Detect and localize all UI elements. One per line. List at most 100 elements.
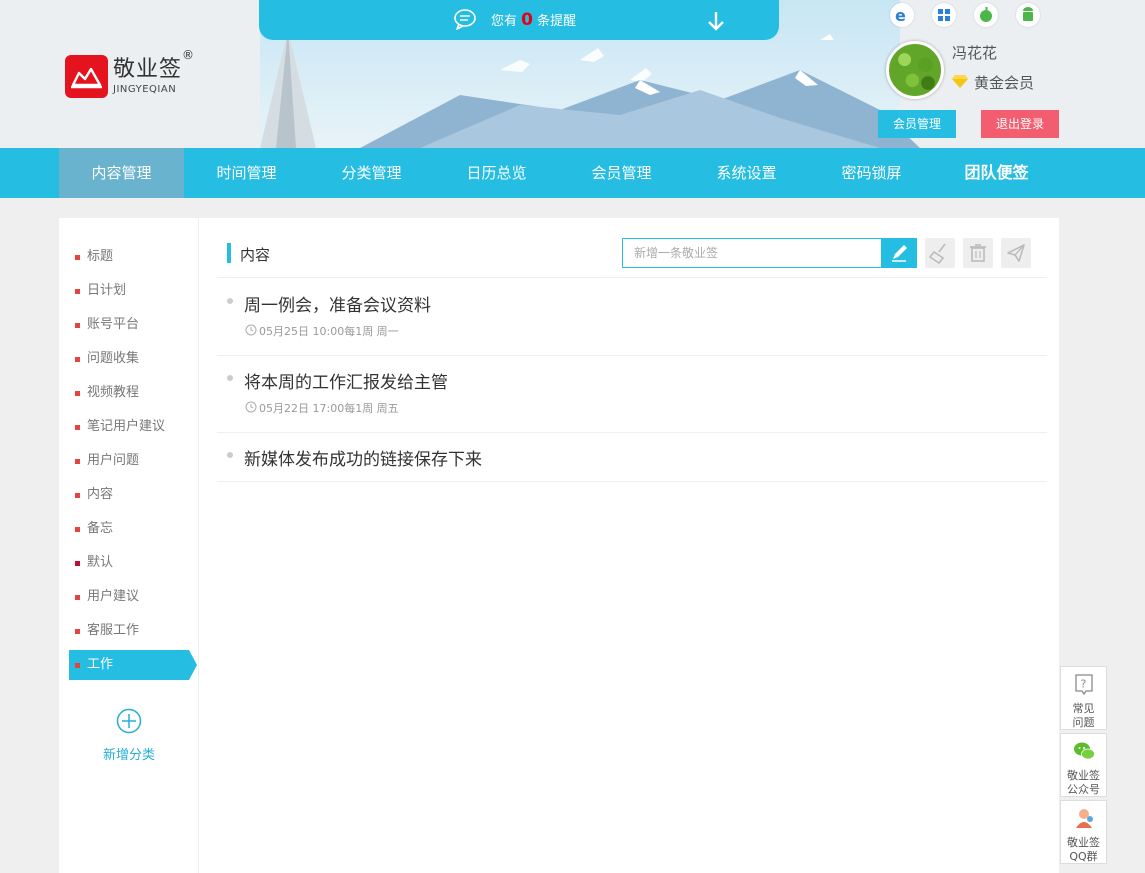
category-label: 工作 <box>87 657 114 672</box>
note-time: 05月25日 10:00每1周 周一 <box>259 325 399 338</box>
user-name: 冯花花 <box>952 44 998 62</box>
qq-label-line2: QQ群 <box>1069 850 1098 863</box>
category-label: 视频教程 <box>87 385 140 400</box>
nav-item-team-notes[interactable]: 团队便签 <box>934 148 1059 198</box>
header: 您有 0 条提醒 敬业签 ® JINGYEQIAN e 冯花花 黄金会员 会员管… <box>0 0 1145 148</box>
category-item[interactable]: 用户建议 <box>69 582 189 612</box>
note-bullet <box>227 452 233 458</box>
category-dot <box>75 629 80 634</box>
category-dot <box>75 357 80 362</box>
notification-count: 0 <box>521 10 533 30</box>
category-item[interactable]: 问题收集 <box>69 344 189 374</box>
main-panel: 标题 日计划 账号平台 问题收集 视频教程 笔记用户建议 用户问题 内容 备忘 … <box>59 218 1059 873</box>
category-dot <box>75 527 80 532</box>
svg-text:e: e <box>895 6 906 25</box>
note-bullet <box>227 375 233 381</box>
category-item[interactable]: 标题 <box>69 242 189 272</box>
broom-button[interactable] <box>925 238 955 268</box>
nav-item-settings[interactable]: 系统设置 <box>684 148 809 198</box>
qq-group-button[interactable]: 敬业签 QQ群 <box>1060 800 1107 864</box>
note-time: 05月22日 17:00每1周 周五 <box>259 402 399 415</box>
category-label: 账号平台 <box>87 317 140 332</box>
wechat-icon <box>1073 742 1095 760</box>
category-label: 笔记用户建议 <box>87 419 166 434</box>
category-item[interactable]: 账号平台 <box>69 310 189 340</box>
delete-button[interactable] <box>963 238 993 268</box>
windows-icon[interactable] <box>932 3 956 27</box>
nav-item-category[interactable]: 分类管理 <box>309 148 434 198</box>
logo-registered-mark: ® <box>182 48 194 62</box>
note-title: 新媒体发布成功的链接保存下来 <box>244 450 482 470</box>
qq-label-line1: 敬业签 <box>1067 836 1100 849</box>
faq-button[interactable]: ? 常见 问题 <box>1060 666 1107 730</box>
category-label: 内容 <box>87 487 114 502</box>
category-label: 标题 <box>87 249 114 264</box>
member-management-button[interactable]: 会员管理 <box>878 110 956 138</box>
category-item[interactable]: 用户问题 <box>69 446 189 476</box>
notification-bar[interactable]: 您有 0 条提醒 <box>259 0 779 40</box>
note-item[interactable]: 新媒体发布成功的链接保存下来 <box>217 433 1047 482</box>
broom-icon <box>928 243 946 265</box>
ie-icon[interactable]: e <box>890 3 914 27</box>
nav-item-lock-screen[interactable]: 密码锁屏 <box>809 148 934 198</box>
nav-item-time[interactable]: 时间管理 <box>184 148 309 198</box>
notification-suffix: 条提醒 <box>537 14 577 29</box>
add-category-label: 新增分类 <box>102 748 155 763</box>
category-label: 用户建议 <box>87 589 140 604</box>
android-icon[interactable] <box>1016 3 1040 27</box>
membership-level: 黄金会员 <box>974 74 1035 92</box>
logo-name: 敬业签 <box>113 57 183 82</box>
category-dot <box>75 391 80 396</box>
new-note-submit-button[interactable] <box>881 238 917 268</box>
paper-plane-icon <box>1007 244 1025 262</box>
content-title: 内容 <box>240 246 271 264</box>
category-item[interactable]: 备忘 <box>69 514 189 544</box>
title-accent-bar <box>227 243 231 263</box>
note-item[interactable]: 将本周的工作汇报发给主管 05月22日 17:00每1周 周五 <box>217 356 1047 433</box>
category-label: 日计划 <box>87 283 127 298</box>
note-title: 将本周的工作汇报发给主管 <box>244 373 448 393</box>
category-item[interactable]: 客服工作 <box>69 616 189 646</box>
category-dot <box>75 323 80 328</box>
send-button[interactable] <box>1001 238 1031 268</box>
category-dot <box>75 595 80 600</box>
category-dot <box>75 561 80 566</box>
faq-label-line2: 问题 <box>1072 716 1095 729</box>
pencil-icon <box>892 245 907 262</box>
nav-item-calendar[interactable]: 日历总览 <box>434 148 559 198</box>
note-bullet <box>227 298 233 304</box>
svg-text:?: ? <box>1080 678 1086 691</box>
category-item[interactable]: 日计划 <box>69 276 189 306</box>
arrow-down-icon[interactable] <box>706 10 726 32</box>
add-category-button[interactable]: 新增分类 <box>89 708 169 763</box>
new-note-input[interactable]: 新增一条敬业签 <box>622 238 882 268</box>
category-dot <box>75 459 80 464</box>
category-item[interactable]: 默认 <box>69 548 189 578</box>
note-item[interactable]: 周一例会，准备会议资料 05月25日 10:00每1周 周一 <box>217 279 1047 356</box>
notification-prefix: 您有 <box>491 14 518 29</box>
category-label: 问题收集 <box>87 351 140 366</box>
category-label: 用户问题 <box>87 453 140 468</box>
notes-content: 内容 新增一条敬业签 周一例会，准备会议资料 05月25日 10:00每1周 周… <box>217 218 1047 873</box>
category-item[interactable]: 笔记用户建议 <box>69 412 189 442</box>
category-item-active[interactable]: 工作 <box>69 650 197 680</box>
category-item[interactable]: 内容 <box>69 480 189 510</box>
qq-group-icon <box>1075 809 1093 828</box>
nav-item-membership[interactable]: 会员管理 <box>559 148 684 198</box>
category-dot <box>75 425 80 430</box>
plus-circle-icon <box>116 708 142 734</box>
category-item[interactable]: 视频教程 <box>69 378 189 408</box>
category-label: 默认 <box>87 555 114 570</box>
logout-button[interactable]: 退出登录 <box>981 110 1059 138</box>
faq-label-line1: 常见 <box>1072 702 1095 715</box>
apple-icon[interactable] <box>974 3 998 27</box>
notification-text: 您有 0 条提醒 <box>491 10 576 30</box>
nav-item-content[interactable]: 内容管理 <box>59 148 184 198</box>
trash-icon <box>970 244 986 262</box>
category-dot <box>75 493 80 498</box>
main-nav: 内容管理 时间管理 分类管理 日历总览 会员管理 系统设置 密码锁屏 团队便签 <box>0 148 1145 198</box>
wechat-button[interactable]: 敬业签 公众号 <box>1060 733 1107 797</box>
wechat-label-line1: 敬业签 <box>1067 769 1100 782</box>
user-avatar[interactable] <box>886 41 944 99</box>
logo-subtitle: JINGYEQIAN <box>113 84 177 95</box>
